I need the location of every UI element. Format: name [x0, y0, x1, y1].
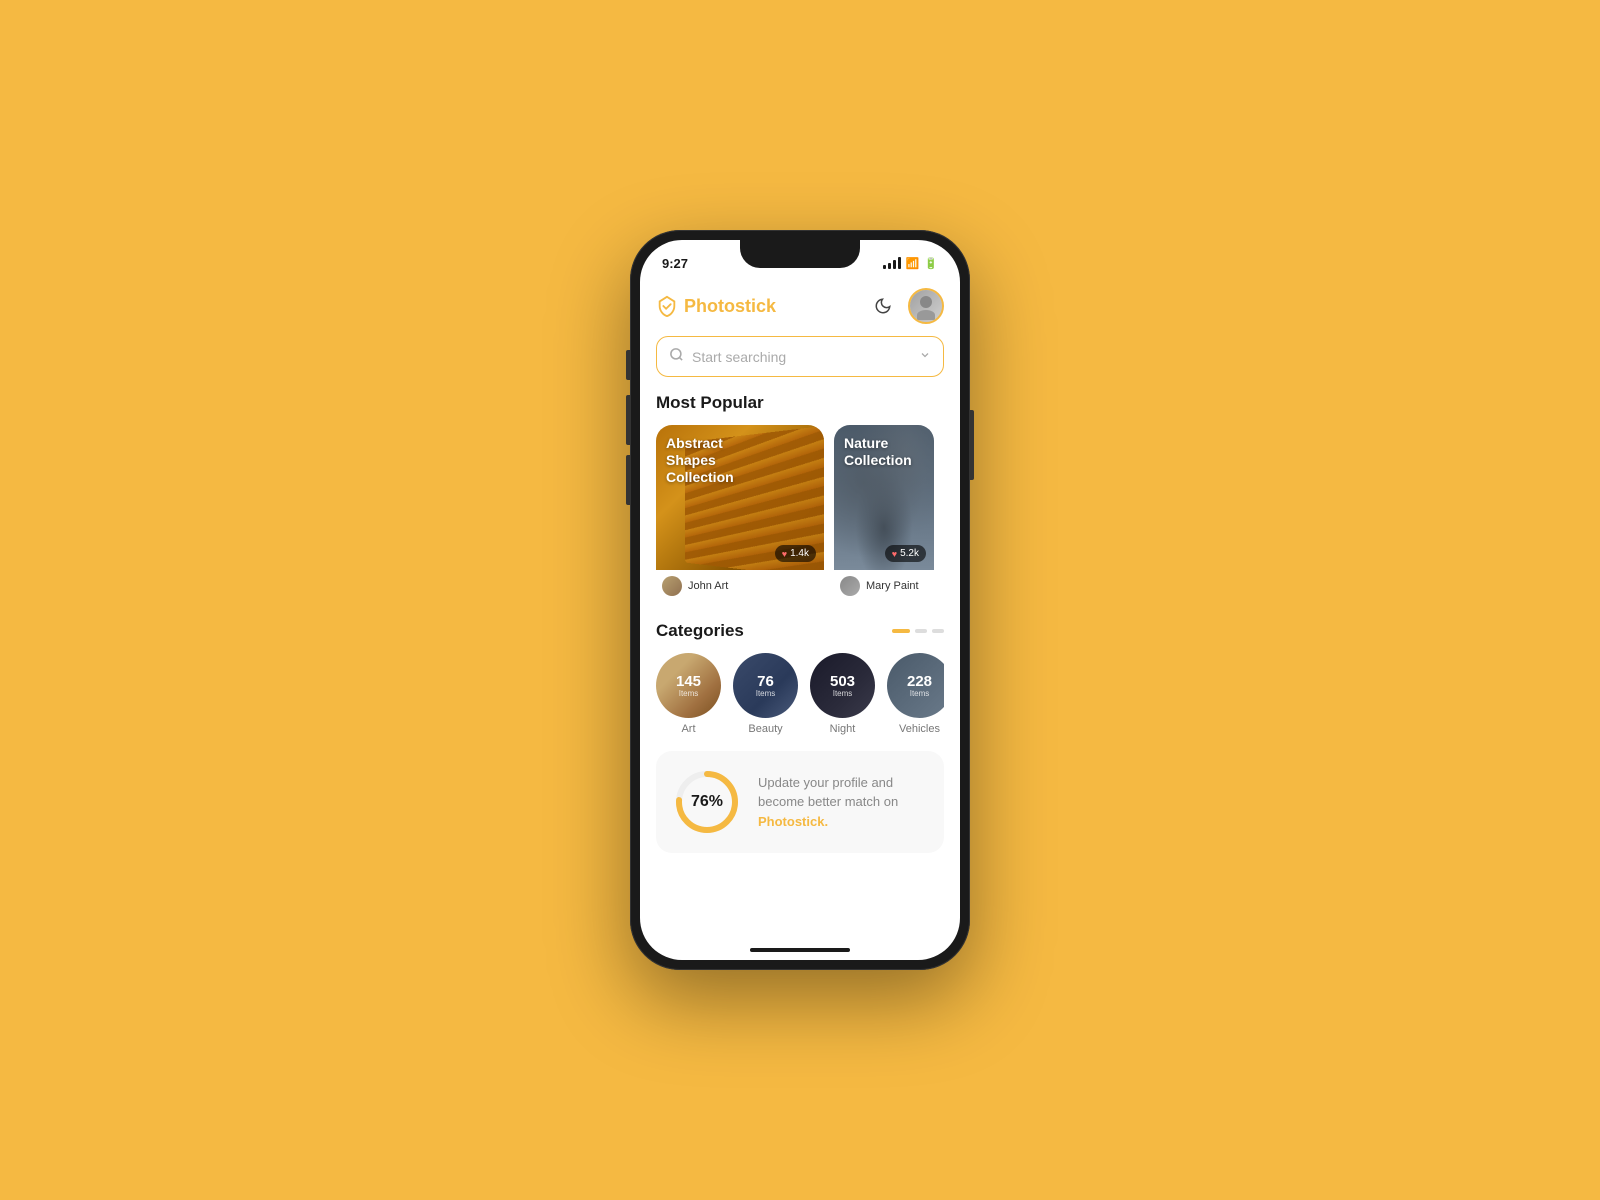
profile-completion-card[interactable]: 76% Update your profile and become bette…: [656, 751, 944, 853]
header-actions: [868, 288, 944, 324]
profile-update-text: Update your profile and become better ma…: [758, 775, 898, 810]
search-bar[interactable]: Start searching: [656, 336, 944, 377]
avatar-image: [910, 290, 942, 322]
category-count-night: 503: [830, 674, 855, 689]
search-placeholder: Start searching: [692, 349, 919, 365]
card-author-nature: Mary Paint: [834, 570, 934, 602]
card-bg-abstract: AbstractShapesCollection ♥ 1.4k: [656, 425, 824, 570]
dot-inactive-1: [915, 629, 927, 633]
card-author-abstract: John Art: [656, 570, 824, 602]
card-bg-nature: NatureCollection ♥ 5.2k: [834, 425, 934, 570]
dot-inactive-2: [932, 629, 944, 633]
app-logo-icon: [656, 295, 678, 317]
phone-screen: 9:27 📶 🔋: [640, 240, 960, 960]
status-time: 9:27: [662, 256, 688, 271]
category-items-night: Items: [830, 689, 855, 698]
dark-mode-button[interactable]: [868, 291, 898, 321]
categories-section: Categories 145 Items: [656, 621, 944, 735]
category-circle-art: 145 Items: [656, 653, 721, 718]
category-item-vehicle[interactable]: 228 Items Vehicles: [887, 653, 944, 735]
category-circle-beauty: 76 Items: [733, 653, 798, 718]
card-likes-abstract: ♥ 1.4k: [775, 545, 816, 562]
home-indicator: [750, 948, 850, 952]
category-name-vehicle: Vehicles: [899, 723, 940, 735]
categories-title: Categories: [656, 621, 744, 641]
app-content: Photostick: [640, 280, 960, 960]
battery-icon: 🔋: [924, 257, 938, 270]
categories-header: Categories: [656, 621, 944, 641]
categories-scroll: 145 Items Art 76 Items: [656, 653, 944, 735]
card-likes-nature: ♥ 5.2k: [885, 545, 926, 562]
notch: [740, 240, 860, 268]
category-item-art[interactable]: 145 Items Art: [656, 653, 721, 735]
category-circle-vehicle: 228 Items: [887, 653, 944, 718]
wifi-icon: 📶: [906, 257, 920, 270]
category-circle-night: 503 Items: [810, 653, 875, 718]
signal-icon: [883, 257, 901, 269]
card-title-abstract: AbstractShapesCollection: [666, 435, 734, 485]
category-item-night[interactable]: 503 Items Night: [810, 653, 875, 735]
author-name-john: John Art: [688, 580, 728, 592]
profile-completion-text: Update your profile and become better ma…: [758, 773, 928, 832]
heart-icon: ♥: [782, 549, 787, 559]
category-count-beauty: 76: [756, 674, 776, 689]
logo-area: Photostick: [656, 295, 776, 317]
popular-scroll: AbstractShapesCollection ♥ 1.4k John Art: [656, 425, 944, 605]
author-avatar-john: [662, 576, 682, 596]
category-count-vehicle: 228: [907, 674, 932, 689]
dot-active: [892, 629, 910, 633]
collection-card-nature[interactable]: NatureCollection ♥ 5.2k Mary Paint: [834, 425, 934, 605]
category-count-art: 145: [676, 674, 701, 689]
category-name-art: Art: [681, 723, 695, 735]
category-name-beauty: Beauty: [748, 723, 782, 735]
category-items-art: Items: [676, 689, 701, 698]
category-name-night: Night: [830, 723, 856, 735]
categories-pagination: [892, 629, 944, 633]
category-items-beauty: Items: [756, 689, 776, 698]
app-header: Photostick: [656, 280, 944, 336]
search-dropdown-icon[interactable]: [919, 349, 931, 364]
most-popular-title: Most Popular: [656, 393, 944, 413]
progress-percent: 76%: [691, 793, 723, 811]
category-items-vehicle: Items: [907, 689, 932, 698]
status-icons: 📶 🔋: [883, 257, 938, 270]
heart-icon-nature: ♥: [892, 549, 897, 559]
author-name-mary: Mary Paint: [866, 580, 919, 592]
phone-frame: 9:27 📶 🔋: [630, 230, 970, 970]
card-title-nature: NatureCollection: [844, 435, 912, 469]
collection-card-abstract[interactable]: AbstractShapesCollection ♥ 1.4k John Art: [656, 425, 824, 605]
category-item-beauty[interactable]: 76 Items Beauty: [733, 653, 798, 735]
profile-avatar-button[interactable]: [908, 288, 944, 324]
search-icon: [669, 347, 684, 366]
app-logo-text: Photostick: [684, 296, 776, 317]
profile-brand-link[interactable]: Photostick.: [758, 814, 828, 829]
progress-ring-container: 76%: [672, 767, 742, 837]
author-avatar-mary: [840, 576, 860, 596]
